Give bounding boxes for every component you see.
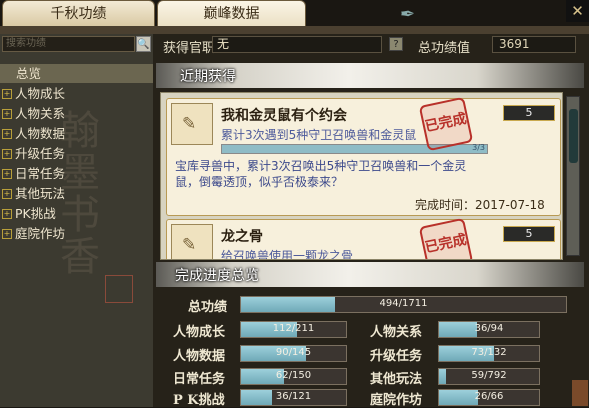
sidebar-item-label: 人物成长 — [15, 86, 66, 101]
completed-stamp: 已完成 — [418, 217, 474, 259]
seal-decoration — [105, 275, 133, 303]
overview-row-bar: 59/792 — [438, 368, 540, 385]
overview-row-text: 90/145 — [275, 347, 312, 358]
overview-row-bar: 90/145 — [240, 345, 347, 362]
achievement-card[interactable]: ✎ 我和金灵鼠有个约会 累计3次遇到5种守卫召唤兽和金灵鼠 3/3 宝库寻兽中，… — [166, 96, 561, 216]
sidebar-item-label: 日常任务 — [15, 166, 66, 181]
overview-total-label: 总功绩 — [188, 300, 228, 315]
sidebar-item-label: 人物数据 — [15, 126, 66, 141]
brush-cursor-icon: ✒ — [400, 4, 416, 25]
sidebar-item-character-data[interactable]: + 人物数据 — [0, 124, 153, 143]
tab-qianqiu-gongji[interactable]: 千秋功绩 — [2, 0, 155, 27]
achievement-desc: 给召唤兽使用一颗龙之骨 — [221, 249, 354, 260]
sidebar-item-label: PK挑战 — [15, 206, 56, 221]
expand-plus-icon[interactable]: + — [2, 229, 12, 239]
points-badge: 5 — [503, 105, 555, 121]
official-label: 获得官职 — [163, 41, 216, 56]
overview-row-label: 人物数据 — [173, 349, 226, 364]
sidebar-item-label: 其他玩法 — [15, 186, 66, 201]
achievement-time: 完成时间：2017-07-18 — [415, 198, 545, 212]
scrollbar[interactable] — [566, 96, 580, 256]
expand-plus-icon[interactable]: + — [2, 89, 12, 99]
official-field: 无 — [212, 36, 382, 53]
scroll-icon: ✎ — [171, 224, 213, 259]
tab-dianfeng-shuju[interactable]: 巅峰数据 — [157, 0, 306, 27]
overview-row-text: 26/66 — [474, 391, 504, 402]
overview-row-label: 升级任务 — [370, 349, 423, 364]
sidebar-item-character-growth[interactable]: + 人物成长 — [0, 84, 153, 103]
overview-row-bar: 73/132 — [438, 345, 540, 362]
overview-row-text: 73/132 — [471, 347, 507, 358]
overview-row-bar: 36/94 — [438, 321, 540, 338]
sidebar-item-courtyard[interactable]: + 庭院作坊 — [0, 224, 153, 243]
help-button[interactable]: ? — [389, 37, 403, 51]
total-points-label: 总功绩值 — [418, 41, 471, 56]
overview-row-bar: 36/121 — [240, 389, 347, 406]
overview-row-label: 日常任务 — [173, 372, 226, 387]
overview-row-text: 36/121 — [275, 391, 312, 402]
overview-row-text: 36/94 — [474, 323, 504, 334]
overview-total-bar: 494/1711 — [240, 296, 567, 313]
recent-title: 近期获得 — [180, 69, 236, 85]
sidebar-item-label: 人物关系 — [15, 106, 66, 121]
achievement-title: 我和金灵鼠有个约会 — [221, 108, 347, 124]
close-icon[interactable]: ✕ — [566, 0, 589, 22]
achievement-progress-text: 3/3 — [472, 143, 485, 152]
overview-row-bar: 26/66 — [438, 389, 540, 406]
expand-plus-icon[interactable]: + — [2, 129, 12, 139]
overview-row-label: 人物关系 — [370, 325, 423, 340]
sidebar-item-label: 升级任务 — [15, 146, 66, 161]
expand-plus-icon[interactable]: + — [2, 209, 12, 219]
expand-plus-icon[interactable]: + — [2, 149, 12, 159]
top-divider — [0, 26, 589, 34]
expand-plus-icon[interactable]: + — [2, 109, 12, 119]
search-icon[interactable]: 🔍 — [136, 36, 151, 52]
achievement-body: 宝库寻兽中，累计3次召唤出5种守卫召唤兽和一个金灵鼠，倒霉透顶，似乎否极泰来？ — [175, 159, 467, 189]
overview-row-label: 人物成长 — [173, 325, 226, 340]
points-badge: 5 — [503, 226, 555, 242]
completed-stamp: 已完成 — [418, 96, 474, 152]
overview-total-text: 494/1711 — [379, 298, 428, 309]
overview-row-text: 62/150 — [275, 370, 312, 381]
total-points-field: 3691 — [492, 36, 576, 53]
search-input[interactable]: 搜索功绩 — [2, 36, 135, 52]
sidebar-item-overview[interactable]: 总览 — [0, 64, 153, 83]
achievement-card[interactable]: ✎ 龙之骨 给召唤兽使用一颗龙之骨 已完成 5 — [166, 217, 561, 260]
expand-plus-icon[interactable]: + — [2, 189, 12, 199]
overview-row-label: 庭院作坊 — [370, 393, 423, 408]
sidebar-item-other-modes[interactable]: + 其他玩法 — [0, 184, 153, 203]
overview-row-text: 112/211 — [272, 323, 315, 334]
sidebar-item-upgrade-tasks[interactable]: + 升级任务 — [0, 144, 153, 163]
corner-seal-decoration — [572, 380, 588, 406]
overview-row-bar: 62/150 — [240, 368, 347, 385]
overview-row-label: P K挑战 — [173, 393, 225, 408]
expand-plus-icon[interactable]: + — [2, 169, 12, 179]
overview-row-bar: 112/211 — [240, 321, 347, 338]
overview-title: 完成进度总览 — [175, 268, 259, 284]
sidebar-item-daily-tasks[interactable]: + 日常任务 — [0, 164, 153, 183]
recent-list: ✎ 我和金灵鼠有个约会 累计3次遇到5种守卫召唤兽和金灵鼠 3/3 宝库寻兽中，… — [160, 92, 563, 260]
overview-row-label: 其他玩法 — [370, 372, 423, 387]
achievement-desc: 累计3次遇到5种守卫召唤兽和金灵鼠 — [221, 128, 417, 142]
sidebar-item-label: 庭院作坊 — [15, 226, 66, 241]
scrollbar-thumb[interactable] — [569, 109, 578, 163]
sidebar-item-relations[interactable]: + 人物关系 — [0, 104, 153, 123]
achievement-title: 龙之骨 — [221, 229, 263, 245]
sidebar-item-pk-challenge[interactable]: + PK挑战 — [0, 204, 153, 223]
scroll-icon: ✎ — [171, 103, 213, 145]
sidebar-item-label: 总览 — [16, 66, 42, 81]
overview-row-text: 59/792 — [471, 370, 507, 381]
